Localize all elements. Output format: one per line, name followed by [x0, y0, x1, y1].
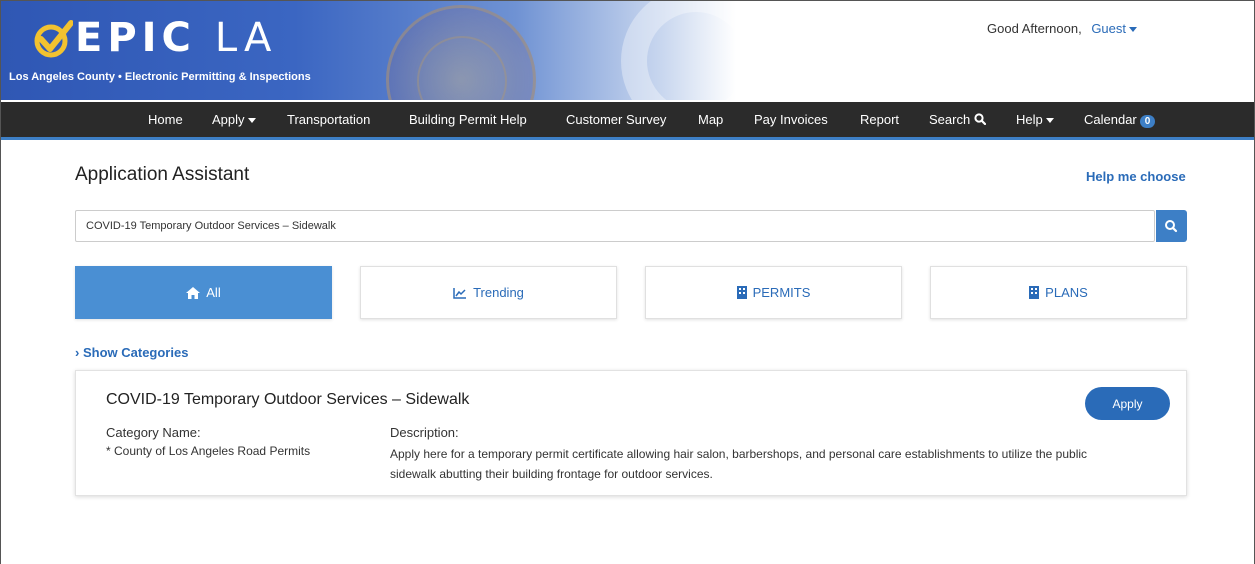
search-icon: [1165, 220, 1178, 233]
nav-apply-label: Apply: [212, 112, 245, 127]
logo-text[interactable]: EPIC LA: [75, 15, 277, 61]
calendar-count-badge: 0: [1139, 115, 1156, 128]
county-seal: [386, 5, 536, 100]
nav-home[interactable]: Home: [148, 112, 183, 127]
result-card: COVID-19 Temporary Outdoor Services – Si…: [75, 370, 1187, 496]
tab-trending-label: Trending: [473, 285, 524, 300]
tab-plans[interactable]: PLANS: [930, 266, 1187, 319]
search-icon: [974, 113, 986, 126]
main-nav: Home Apply Transportation Building Permi…: [1, 102, 1254, 140]
nav-apply[interactable]: Apply: [212, 112, 256, 127]
nav-building-permit-help[interactable]: Building Permit Help: [409, 112, 527, 127]
apply-button[interactable]: Apply: [1085, 387, 1170, 420]
description-header: Description:: [390, 425, 459, 440]
help-me-choose-link[interactable]: Help me choose: [1086, 169, 1186, 184]
nav-search-label: Search: [929, 112, 971, 127]
nav-transportation[interactable]: Transportation: [287, 112, 370, 127]
tab-permits-label: PERMITS: [752, 285, 811, 300]
building-icon: [736, 286, 747, 299]
category-header: Category Name:: [106, 425, 201, 440]
category-value: * County of Los Angeles Road Permits: [106, 444, 311, 458]
tab-trending[interactable]: Trending: [360, 266, 617, 319]
home-icon: [186, 286, 201, 299]
user-menu[interactable]: Guest: [1091, 21, 1137, 36]
nav-help[interactable]: Help: [1016, 112, 1054, 127]
show-categories-toggle[interactable]: › Show Categories: [75, 345, 188, 360]
chevron-right-icon: ›: [75, 345, 80, 360]
result-title: COVID-19 Temporary Outdoor Services – Si…: [106, 391, 470, 408]
search-input[interactable]: COVID-19 Temporary Outdoor Services – Si…: [75, 210, 1155, 242]
nav-customer-survey[interactable]: Customer Survey: [566, 112, 666, 127]
logo-main: EPIC: [75, 15, 196, 61]
caret-down-icon: [1129, 27, 1137, 33]
building-icon: [1029, 286, 1040, 299]
banner: EPIC LA Los Angeles County • Electronic …: [1, 1, 736, 100]
trending-icon: [453, 287, 467, 299]
tab-plans-label: PLANS: [1045, 285, 1088, 300]
show-categories-label: Show Categories: [82, 345, 189, 360]
nav-calendar-label: Calendar: [1084, 112, 1137, 127]
tab-all[interactable]: All: [75, 266, 332, 319]
greeting-text: Good Afternoon,: [987, 21, 1082, 36]
user-name: Guest: [1091, 21, 1126, 36]
greeting: Good Afternoon, Guest: [987, 21, 1137, 36]
caret-down-icon: [247, 118, 256, 124]
nav-calendar[interactable]: Calendar 0: [1084, 112, 1156, 128]
nav-report[interactable]: Report: [860, 112, 899, 127]
tagline: Los Angeles County • Electronic Permitti…: [9, 71, 311, 83]
watermark-icon: [621, 1, 736, 100]
tab-permits[interactable]: PERMITS: [645, 266, 902, 319]
nav-map[interactable]: Map: [698, 112, 723, 127]
page-title: Application Assistant: [75, 164, 250, 185]
search-button[interactable]: [1156, 210, 1187, 242]
logo-suffix: LA: [214, 15, 278, 61]
nav-help-label: Help: [1016, 112, 1043, 127]
description-text: Apply here for a temporary permit certif…: [390, 447, 1088, 481]
nav-pay-invoices[interactable]: Pay Invoices: [754, 112, 828, 127]
header: EPIC LA Los Angeles County • Electronic …: [1, 1, 1254, 100]
tab-all-label: All: [206, 285, 221, 300]
caret-down-icon: [1045, 118, 1054, 124]
nav-search[interactable]: Search: [929, 112, 986, 127]
check-logo-icon[interactable]: [33, 19, 73, 59]
